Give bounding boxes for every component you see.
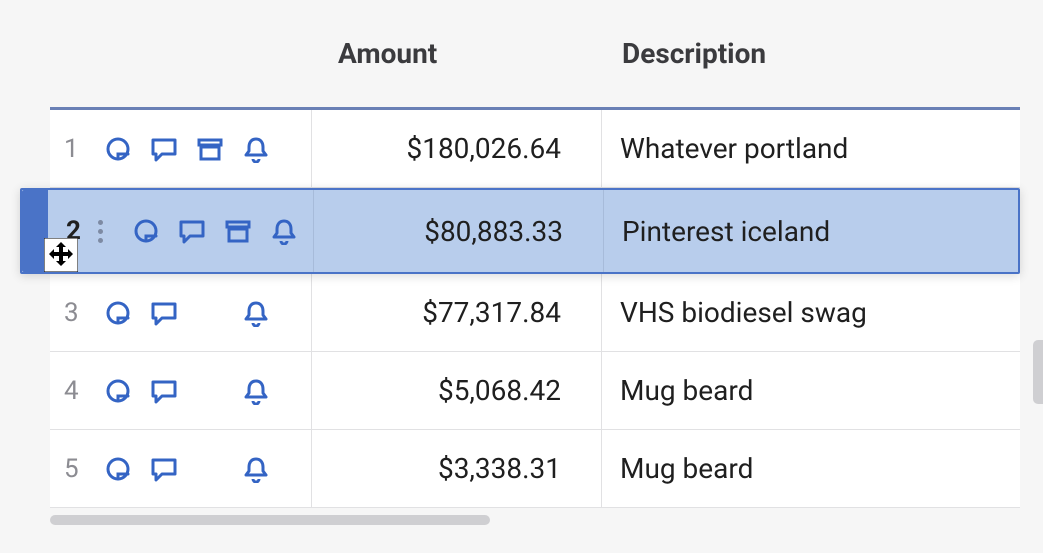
description-cell[interactable]: Pinterest iceland bbox=[604, 215, 1018, 248]
table-row[interactable]: 1 $180,026.64Whatever portland bbox=[50, 110, 1020, 188]
description-cell[interactable]: Mug beard bbox=[602, 374, 1020, 407]
vertical-scrollbar[interactable] bbox=[1033, 340, 1043, 404]
row-icons bbox=[104, 299, 270, 327]
icon-placeholder bbox=[196, 377, 224, 405]
horizontal-scrollbar[interactable] bbox=[50, 515, 1020, 525]
amount-cell[interactable]: $3,338.31 bbox=[312, 430, 602, 507]
row-icons bbox=[104, 455, 270, 483]
archive-icon[interactable] bbox=[196, 135, 224, 163]
attach-icon[interactable] bbox=[104, 135, 132, 163]
row-gutter[interactable]: 3 bbox=[50, 274, 312, 351]
comment-icon[interactable] bbox=[150, 299, 178, 327]
amount-cell[interactable]: $5,068.42 bbox=[312, 352, 602, 429]
bell-icon[interactable] bbox=[270, 217, 298, 245]
comment-icon[interactable] bbox=[150, 377, 178, 405]
attach-icon[interactable] bbox=[104, 377, 132, 405]
row-icons bbox=[104, 377, 270, 405]
drag-handle-icon[interactable] bbox=[92, 220, 108, 243]
row-gutter[interactable]: 4 bbox=[50, 352, 312, 429]
horizontal-scrollbar-thumb[interactable] bbox=[50, 515, 490, 525]
row-gutter[interactable]: 1 bbox=[50, 110, 312, 187]
icon-placeholder bbox=[196, 299, 224, 327]
attach-icon[interactable] bbox=[132, 217, 160, 245]
attach-icon[interactable] bbox=[104, 299, 132, 327]
amount-cell[interactable]: $80,883.33 bbox=[314, 190, 604, 272]
description-cell[interactable]: Mug beard bbox=[602, 452, 1020, 485]
table-row[interactable]: 3 $77,317.84VHS biodiesel swag bbox=[50, 274, 1020, 352]
bell-icon[interactable] bbox=[242, 299, 270, 327]
row-number: 5 bbox=[64, 454, 90, 484]
row-icons bbox=[132, 217, 298, 245]
comment-icon[interactable] bbox=[150, 455, 178, 483]
comment-icon[interactable] bbox=[150, 135, 178, 163]
archive-icon[interactable] bbox=[224, 217, 252, 245]
data-table: Amount Description 1 $180,026.64Whatever … bbox=[50, 0, 1020, 508]
vertical-scrollbar-thumb[interactable] bbox=[1033, 340, 1043, 404]
column-header-amount[interactable]: Amount bbox=[312, 37, 602, 70]
icon-placeholder bbox=[196, 455, 224, 483]
table-row[interactable]: 2 $80,883.33Pinterest iceland bbox=[20, 188, 1020, 274]
row-number: 1 bbox=[64, 134, 90, 164]
bell-icon[interactable] bbox=[242, 135, 270, 163]
table-body: 1 $180,026.64Whatever portland 2 $80,883.33… bbox=[50, 110, 1020, 508]
amount-cell[interactable]: $77,317.84 bbox=[312, 274, 602, 351]
row-number: 4 bbox=[64, 376, 90, 406]
row-gutter[interactable]: 5 bbox=[50, 430, 312, 507]
table-row[interactable]: 5 $3,338.31Mug beard bbox=[50, 430, 1020, 508]
row-number: 2 bbox=[66, 216, 92, 246]
comment-icon[interactable] bbox=[178, 217, 206, 245]
description-cell[interactable]: Whatever portland bbox=[602, 132, 1020, 165]
description-cell[interactable]: VHS biodiesel swag bbox=[602, 296, 1020, 329]
bell-icon[interactable] bbox=[242, 377, 270, 405]
attach-icon[interactable] bbox=[104, 455, 132, 483]
table-row[interactable]: 4 $5,068.42Mug beard bbox=[50, 352, 1020, 430]
row-number: 3 bbox=[64, 298, 90, 328]
row-gutter[interactable]: 2 bbox=[52, 190, 314, 272]
bell-icon[interactable] bbox=[242, 455, 270, 483]
row-icons bbox=[104, 135, 270, 163]
column-header-description[interactable]: Description bbox=[602, 37, 1020, 70]
table-header-row: Amount Description bbox=[50, 0, 1020, 110]
amount-cell[interactable]: $180,026.64 bbox=[312, 110, 602, 187]
